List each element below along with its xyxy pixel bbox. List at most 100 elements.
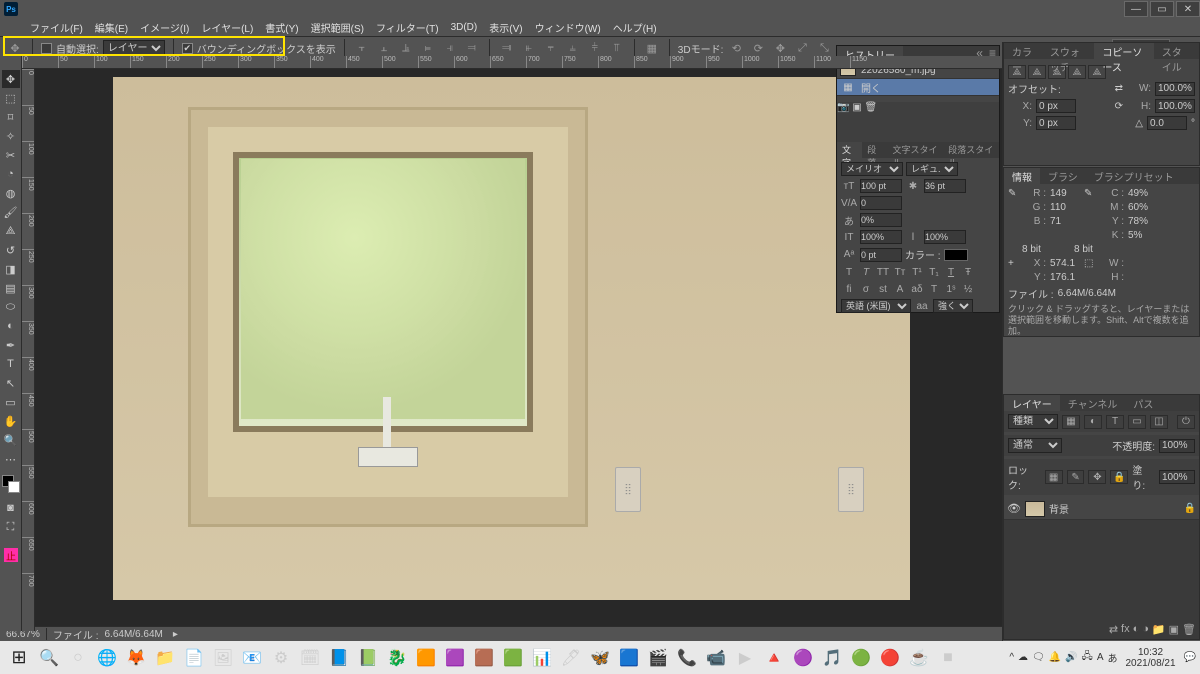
taskbar-firefox-icon[interactable]: 🦊 [122, 644, 150, 672]
clock[interactable]: 10:32 2021/08/21 [1121, 647, 1179, 669]
taskbar-vlc-icon[interactable]: 🔺 [760, 644, 788, 672]
screenmode-icon[interactable]: ⛶ [2, 518, 20, 536]
strikethrough-icon[interactable]: Ŧ [960, 265, 976, 279]
taskbar-app-icon[interactable]: 📘 [325, 644, 353, 672]
autoselect-dropdown[interactable]: レイヤー [103, 40, 165, 56]
lock-all-icon[interactable]: 🔒 [1110, 470, 1128, 484]
text-color-swatch[interactable] [944, 249, 968, 261]
taskbar-cortana-icon[interactable]: ○ [64, 644, 92, 672]
font-style-dropdown[interactable]: レギュ... [906, 162, 958, 176]
taskbar-excel-icon[interactable]: 🟩 [499, 644, 527, 672]
menu-edit[interactable]: 編集(E) [89, 20, 134, 35]
maximize-button[interactable]: ▭ [1150, 1, 1174, 17]
copysource-tab[interactable]: コピーソース [1094, 43, 1153, 59]
3d-pan-icon[interactable]: ✥ [771, 39, 789, 57]
paragraph-tab[interactable]: 段落 [862, 142, 887, 158]
taskbar-app-icon[interactable]: 🟢 [847, 644, 875, 672]
filter-shape-icon[interactable]: ▭ [1128, 415, 1146, 429]
new-layer-icon[interactable]: ▣ [1169, 623, 1179, 636]
filter-smart-icon[interactable]: ◫ [1150, 415, 1168, 429]
adjustment-layer-icon[interactable]: ◑ [1142, 623, 1149, 636]
character-tab[interactable]: 文字 [837, 142, 862, 158]
close-button[interactable]: ✕ [1176, 1, 1200, 17]
3d-orbit-icon[interactable]: ⟲ [727, 39, 745, 57]
tray-network-icon[interactable]: 🖧 [1082, 649, 1093, 666]
layer-name[interactable]: 背景 [1049, 501, 1069, 516]
styles-tab[interactable]: スタイル [1154, 43, 1199, 59]
taskbar-app-icon[interactable]: 🎵 [818, 644, 846, 672]
camera-icon[interactable]: 📷 [837, 102, 849, 113]
taskbar-app-icon[interactable]: ■ [934, 644, 962, 672]
italic-icon[interactable]: T [858, 265, 874, 279]
link-layers-icon[interactable]: ⇄ [1109, 623, 1118, 636]
taskbar-settings-icon[interactable]: ⚙ [267, 644, 295, 672]
tracking-field[interactable] [860, 196, 902, 210]
pen-tool-icon[interactable]: ✒ [2, 336, 20, 354]
language-dropdown[interactable]: 英語 (米国) [841, 299, 911, 313]
type-tool-icon[interactable]: T [2, 355, 20, 373]
distribute-left-icon[interactable]: ⫨ [564, 39, 582, 57]
eraser-tool-icon[interactable]: ◨ [2, 260, 20, 278]
taskbar-app-icon[interactable]: 📊 [528, 644, 556, 672]
taskbar-search-icon[interactable]: 🔍 [35, 644, 63, 672]
taskbar-app-icon[interactable]: 🟦 [615, 644, 643, 672]
dodge-tool-icon[interactable]: ◐ [2, 317, 20, 335]
taskbar-app-icon[interactable]: 🟣 [789, 644, 817, 672]
gradient-tool-icon[interactable]: ▤ [2, 279, 20, 297]
clone-src-2-icon[interactable]: ⟁ [1028, 65, 1046, 79]
hscale-field[interactable] [924, 230, 966, 244]
edit-toolbar-icon[interactable]: ⋯ [2, 450, 20, 468]
blur-tool-icon[interactable]: ⬭ [2, 298, 20, 316]
align-top-icon[interactable]: ⫟ [353, 39, 371, 57]
align-hcenter-icon[interactable]: ⫣ [441, 39, 459, 57]
fill-field[interactable] [1159, 470, 1195, 484]
menu-type[interactable]: 書式(Y) [259, 20, 304, 35]
swatch-tab[interactable]: スウォッチ [1042, 43, 1094, 59]
taskbar-outlook-icon[interactable]: 📧 [238, 644, 266, 672]
tsume-field[interactable] [860, 213, 902, 227]
filter-type-icon[interactable]: T [1106, 415, 1124, 429]
info-tab[interactable]: 情報 [1004, 168, 1040, 184]
taskbar-skype-icon[interactable]: 📞 [673, 644, 701, 672]
taskbar-app-icon[interactable]: 📹 [702, 644, 730, 672]
hand-tool-icon[interactable]: ✋ [2, 412, 20, 430]
filter-adjust-icon[interactable]: ◐ [1084, 415, 1102, 429]
opacity-field[interactable] [1159, 439, 1195, 453]
antialias-dropdown[interactable]: 強く [933, 299, 973, 313]
lock-move-icon[interactable]: ✥ [1088, 470, 1106, 484]
parastyle-tab[interactable]: 段落スタイル [943, 142, 999, 158]
y-field[interactable] [1036, 116, 1076, 130]
healing-tool-icon[interactable]: ◍ [2, 184, 20, 202]
w-field[interactable] [1155, 82, 1195, 96]
layer-thumb[interactable] [1025, 501, 1045, 517]
taskbar-dreamweaver-icon[interactable]: 🐉 [383, 644, 411, 672]
brush-tab[interactable]: ブラシ [1040, 168, 1086, 184]
new-snapshot-icon[interactable]: ▣ [852, 102, 861, 113]
taskbar-app-icon[interactable]: 🎬 [644, 644, 672, 672]
visibility-icon[interactable]: 👁 [1007, 502, 1021, 515]
clone-src-4-icon[interactable]: ⟁ [1068, 65, 1086, 79]
x-field[interactable] [1036, 99, 1076, 113]
3d-slide-icon[interactable]: ⤢ [793, 39, 811, 57]
opentype-frac-icon[interactable]: ½ [960, 282, 976, 296]
opentype-fi-icon[interactable]: fi [841, 282, 857, 296]
font-family-dropdown[interactable]: メイリオ [841, 162, 903, 176]
taskbar-chrome-icon[interactable]: 🌐 [93, 644, 121, 672]
distribute-vcenter-icon[interactable]: ⫦ [520, 39, 538, 57]
layer-filter-dropdown[interactable]: 種類 [1008, 414, 1058, 429]
menu-help[interactable]: ヘルプ(H) [607, 20, 663, 35]
clone-src-1-icon[interactable]: ⟁ [1008, 65, 1026, 79]
layer-fx-icon[interactable]: fx [1121, 623, 1130, 636]
menu-image[interactable]: イメージ(I) [134, 20, 195, 35]
menu-3d[interactable]: 3D(D) [445, 22, 484, 33]
charstyle-tab[interactable]: 文字スタイル [888, 142, 944, 158]
tray-volume-icon[interactable]: 🔊 [1065, 652, 1077, 663]
taskbar-app-icon[interactable]: ☕ [905, 644, 933, 672]
document-image[interactable] [113, 77, 910, 600]
distribute-right-icon[interactable]: ⫪ [608, 39, 626, 57]
shape-tool-icon[interactable]: ▭ [2, 393, 20, 411]
taskbar-app-icon[interactable]: ▶ [731, 644, 759, 672]
lock-pixels-icon[interactable]: ▦ [1045, 470, 1063, 484]
align-right-icon[interactable]: ⫤ [463, 39, 481, 57]
paths-tab[interactable]: パス [1125, 395, 1161, 411]
